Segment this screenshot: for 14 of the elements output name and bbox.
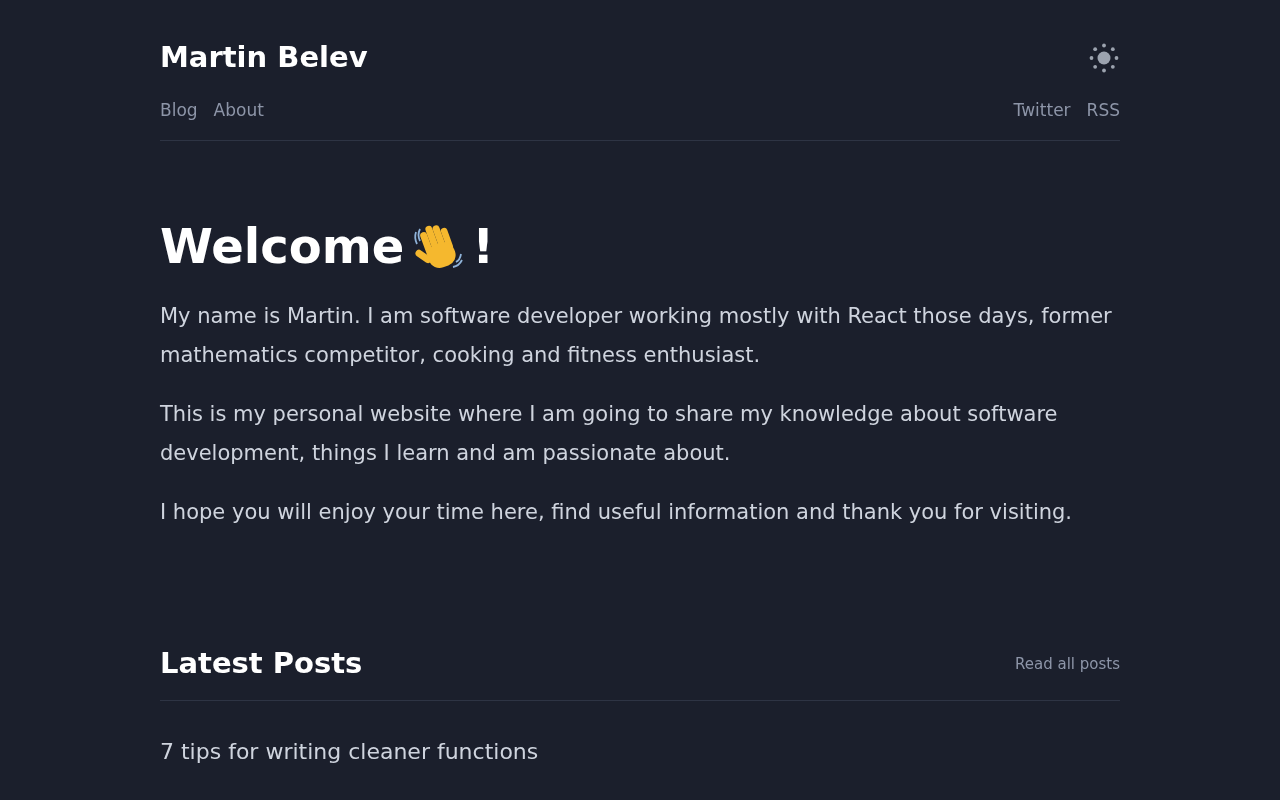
welcome-heading: Welcome <box>160 217 405 276</box>
sun-icon[interactable] <box>1088 41 1120 74</box>
nav-link[interactable]: RSS <box>1086 97 1120 123</box>
exclamation-mark: ! <box>472 217 495 276</box>
nav-link[interactable]: About <box>213 97 264 123</box>
intro-paragraph: I hope you will enjoy your time here, find useful information and thank you for visiting. <box>160 499 1074 526</box>
nav-link[interactable]: Blog <box>160 97 198 123</box>
intro-paragraph: My name is Martin. I am software developer working mostly with React those days, former mathematics competitor, cooking and fitness enthusiast. <box>160 303 1113 369</box>
intro-paragraph: This is my personal website where I am going to share my knowledge about software development, things I learn and am passionate about. <box>160 401 1059 467</box>
post-title-link[interactable]: 7 tips for writing cleaner functions <box>160 734 1120 768</box>
section-heading: Latest Posts <box>160 645 363 682</box>
nav-link[interactable]: Twitter <box>1013 97 1071 123</box>
site-title[interactable]: Martin Belev <box>160 36 368 80</box>
read-all-posts-link[interactable]: Read all posts <box>1015 652 1120 675</box>
